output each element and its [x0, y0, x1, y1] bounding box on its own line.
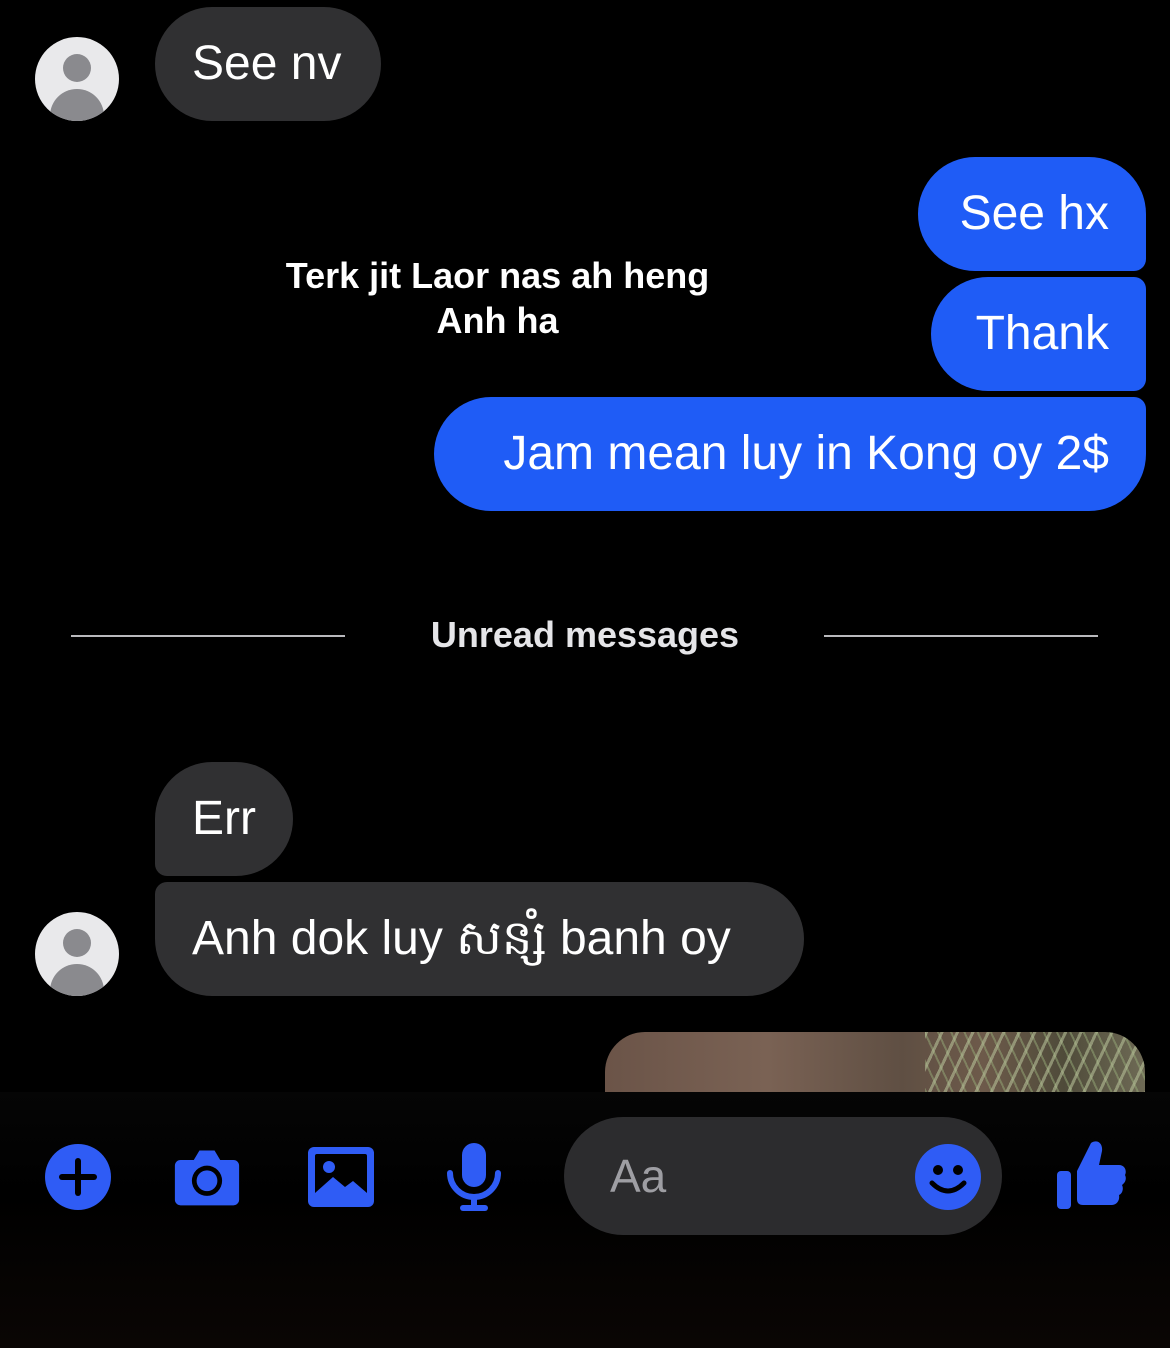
emoji-icon[interactable] — [914, 1143, 982, 1211]
incoming-message-bubble[interactable]: Anh dok luy សន្សំ banh oy — [155, 882, 804, 996]
incoming-message-bubble[interactable]: See nv — [155, 7, 381, 121]
sender-avatar[interactable] — [35, 912, 119, 996]
avatar-head — [63, 54, 91, 82]
outgoing-message-bubble[interactable]: Thank — [931, 277, 1146, 391]
plus-icon[interactable] — [44, 1143, 112, 1211]
outgoing-message-bubble[interactable]: See hx — [918, 157, 1146, 271]
gallery-icon[interactable] — [307, 1143, 375, 1211]
thumbs-up-icon[interactable] — [1057, 1139, 1127, 1211]
avatar-shoulders — [50, 964, 104, 996]
incoming-message-bubble[interactable]: Err — [155, 762, 293, 876]
avatar-head — [63, 929, 91, 957]
overlay-caption-line-1: Terk jit Laor nas ah heng — [285, 255, 710, 296]
photo-attachment[interactable] — [605, 1032, 1145, 1092]
divider-line-right — [824, 635, 1098, 637]
overlay-caption-line-2: Anh ha — [436, 300, 559, 341]
message-input-placeholder: Aa — [610, 1150, 667, 1202]
message-input[interactable]: Aa — [564, 1117, 1002, 1235]
sender-avatar[interactable] — [35, 37, 119, 121]
avatar-shoulders — [50, 89, 104, 121]
outgoing-message-bubble[interactable]: Jam mean luy in Kong oy 2$ — [434, 397, 1146, 511]
photo-grass-detail — [925, 1032, 1145, 1092]
camera-icon[interactable] — [173, 1143, 241, 1211]
microphone-icon[interactable] — [440, 1143, 508, 1211]
